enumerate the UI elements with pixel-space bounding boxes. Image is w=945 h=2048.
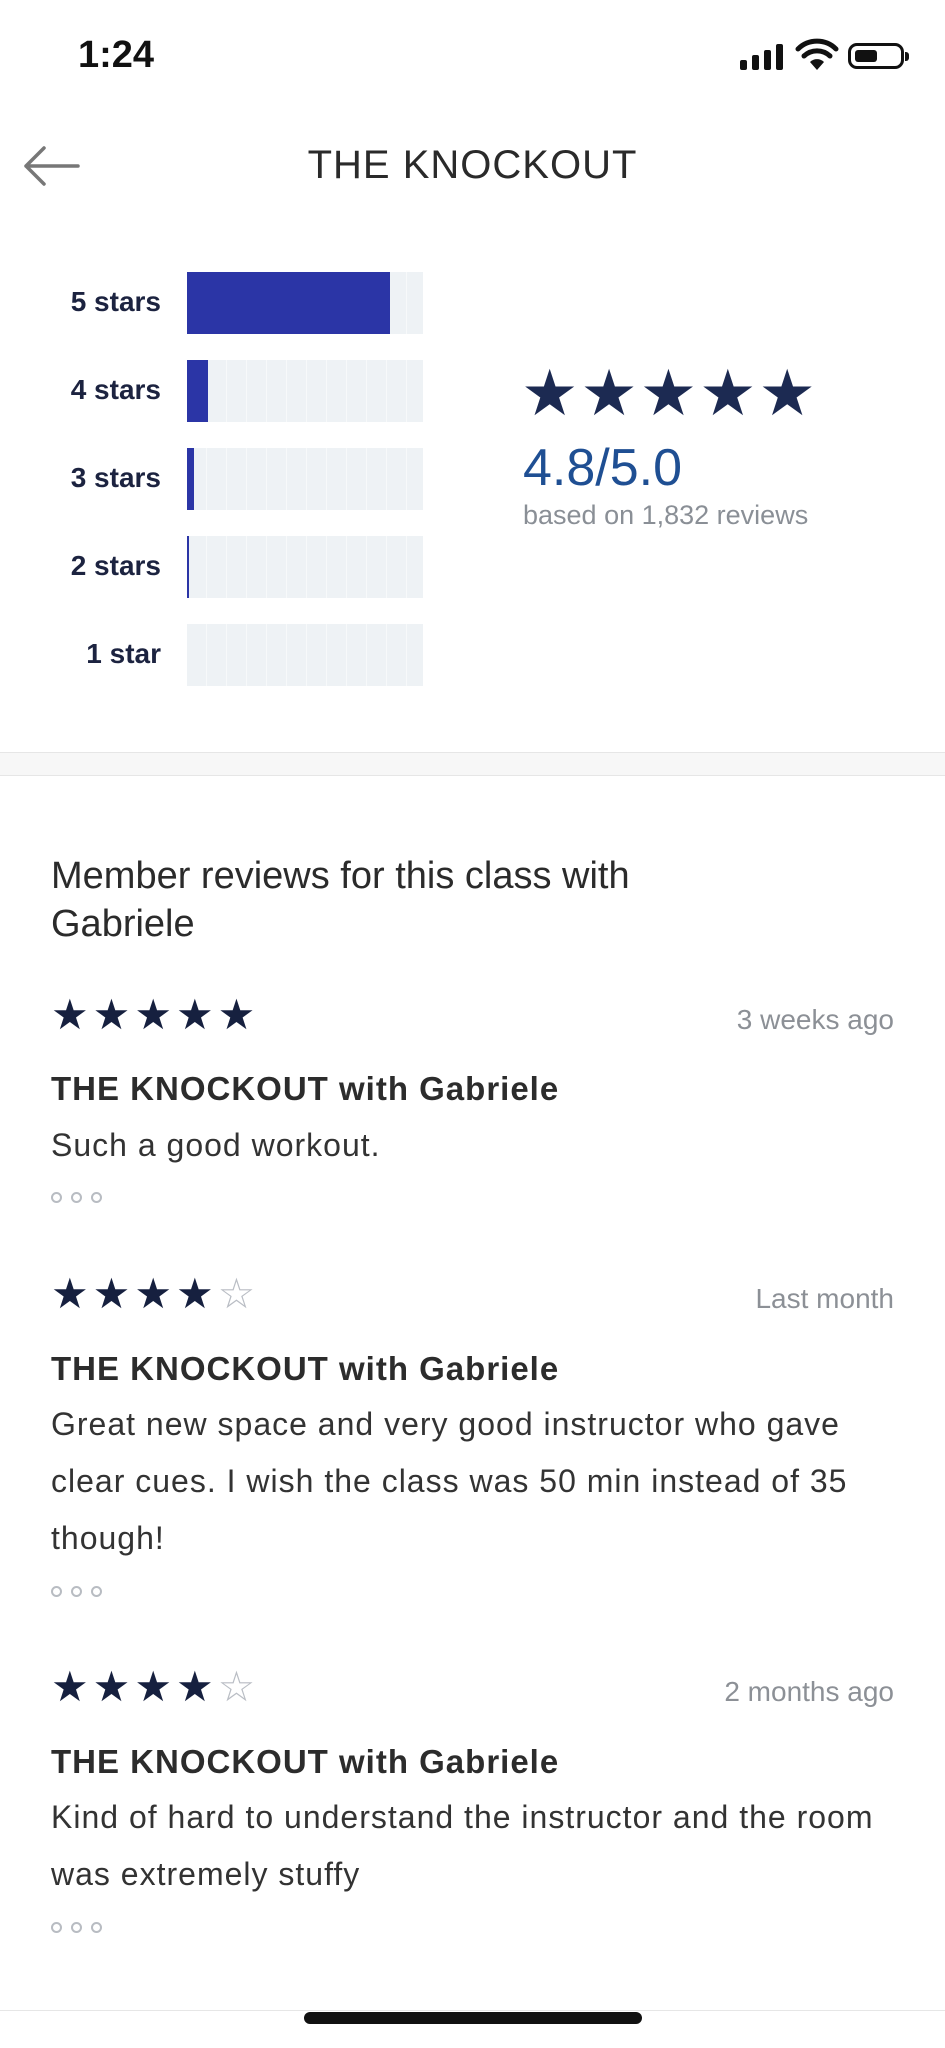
footer-divider: [0, 2010, 945, 2011]
star-filled-icon: ★: [51, 1270, 93, 1317]
histogram-label-3: 3 stars: [70, 462, 161, 493]
star-empty-icon: ☆: [217, 1663, 260, 1710]
histogram-bar-1: [187, 624, 423, 686]
star-filled-icon: ★: [92, 1663, 135, 1710]
histogram-label-4: 4 stars: [70, 374, 161, 405]
home-indicator[interactable]: [304, 2012, 642, 2024]
review-star-rating: ★★★★★: [51, 990, 259, 1039]
review-count: based on 1,832 reviews: [523, 500, 809, 530]
status-time: 1:24: [78, 34, 155, 76]
review-title: THE KNOCKOUT with Gabriele: [51, 1350, 560, 1387]
review-body: Kind of hard to understand the instructo…: [51, 1799, 874, 1892]
star-filled-icon: ★: [92, 991, 135, 1038]
histogram-bar-5: [187, 272, 423, 334]
wifi-icon: [795, 38, 839, 70]
review-more-options-icon[interactable]: [51, 1192, 102, 1203]
battery-icon: [848, 43, 909, 69]
star-filled-icon: ★: [51, 1663, 93, 1710]
star-filled-icon: ★: [134, 1270, 176, 1317]
histogram-fill-4: [187, 360, 209, 422]
star-filled-icon: ★: [175, 991, 218, 1038]
review-date: Last month: [755, 1283, 894, 1314]
review-more-options-icon[interactable]: [51, 1586, 102, 1597]
histogram-fill-3: [187, 448, 195, 510]
star-filled-icon: ★: [217, 991, 260, 1038]
star-filled-icon: ★: [92, 1270, 135, 1317]
review-date: 2 months ago: [724, 1676, 894, 1707]
star-filled-icon: ★: [175, 1663, 218, 1710]
cell-signal-icon: [740, 44, 783, 70]
section-divider: [0, 752, 945, 776]
review-date: 3 weeks ago: [736, 1004, 894, 1035]
average-star-icons: ★★★★★: [521, 357, 818, 429]
histogram-bar-3: [187, 448, 423, 510]
review-title: THE KNOCKOUT with Gabriele: [51, 1743, 560, 1780]
review-body: Such a good workout.: [51, 1127, 381, 1163]
review-title: THE KNOCKOUT with Gabriele: [51, 1070, 560, 1107]
star-filled-icon: ★: [134, 1663, 176, 1710]
review-star-rating: ★★★★☆: [51, 1269, 259, 1318]
histogram-label-1: 1 star: [86, 638, 161, 669]
star-filled-icon: ★: [134, 991, 176, 1038]
histogram-fill-5: [187, 272, 390, 334]
histogram-label-5: 5 stars: [70, 286, 161, 317]
histogram-bar-2: [187, 536, 423, 598]
member-reviews-heading: Member reviews for this class with Gabri…: [51, 855, 630, 945]
histogram-bar-4: [187, 360, 423, 422]
histogram-fill-2: [187, 536, 189, 598]
star-filled-icon: ★: [51, 991, 93, 1038]
review-more-options-icon[interactable]: [51, 1922, 102, 1933]
review-body: Great new space and very good instructor…: [51, 1406, 848, 1556]
histogram-label-2: 2 stars: [70, 550, 161, 581]
star-empty-icon: ☆: [217, 1270, 260, 1317]
review-star-rating: ★★★★☆: [51, 1662, 259, 1711]
page-title: THE KNOCKOUT: [307, 143, 638, 187]
star-filled-icon: ★: [175, 1270, 218, 1317]
average-rating: 4.8/5.0: [523, 439, 683, 497]
